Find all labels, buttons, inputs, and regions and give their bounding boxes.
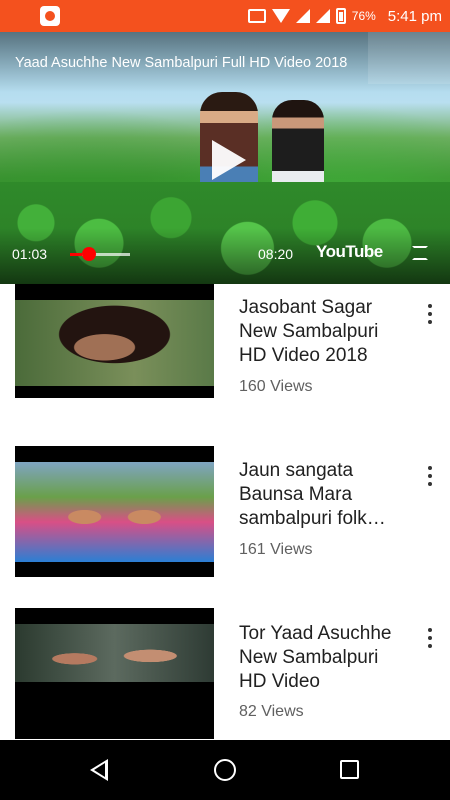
- view-count: 160 Views: [239, 378, 313, 395]
- battery-icon: [335, 8, 346, 24]
- video-thumbnail[interactable]: [15, 284, 214, 398]
- seek-bar-progress: [70, 253, 83, 256]
- status-bar: 76% 5:41 pm: [0, 0, 450, 32]
- view-count: 82 Views: [239, 703, 304, 720]
- home-icon[interactable]: [214, 759, 236, 781]
- seek-bar[interactable]: [70, 253, 130, 256]
- current-time: 01:03: [12, 246, 48, 262]
- view-count: 161 Views: [239, 541, 313, 558]
- related-videos-list[interactable]: Jasobant Sagar New Sambalpuri HD Video 2…: [0, 284, 450, 740]
- player-corner-overlay: [368, 32, 450, 84]
- wifi-icon: [271, 9, 290, 23]
- more-options-icon[interactable]: [424, 466, 436, 486]
- clock: 5:41 pm: [387, 7, 442, 25]
- more-options-icon[interactable]: [424, 628, 436, 648]
- app-notification-icon: [40, 6, 60, 26]
- list-item[interactable]: Jaun sangata Baunsa Mara sambalpuri folk…: [0, 446, 450, 596]
- battery-percent: 76%: [351, 9, 376, 23]
- video-title[interactable]: Tor Yaad Asuchhe New Sambalpuri HD Video: [239, 622, 409, 694]
- recent-apps-icon[interactable]: [340, 760, 359, 779]
- video-thumbnail[interactable]: [15, 446, 214, 577]
- player-title: Yaad Asuchhe New Sambalpuri Full HD Vide…: [15, 55, 348, 71]
- video-player[interactable]: Yaad Asuchhe New Sambalpuri Full HD Vide…: [0, 32, 450, 284]
- play-icon[interactable]: [212, 140, 246, 180]
- signal-icon: [295, 9, 310, 23]
- status-icons: 76% 5:41 pm: [247, 0, 442, 32]
- list-item[interactable]: Jasobant Sagar New Sambalpuri HD Video 2…: [0, 284, 450, 434]
- video-thumbnail[interactable]: [15, 608, 214, 739]
- more-options-icon[interactable]: [424, 304, 436, 324]
- cast-icon: [247, 9, 266, 23]
- duration: 08:20: [258, 246, 294, 262]
- video-title[interactable]: Jaun sangata Baunsa Mara sambalpuri folk…: [239, 459, 409, 531]
- list-item[interactable]: Tor Yaad Asuchhe New Sambalpuri HD Video…: [0, 608, 450, 740]
- signal-icon-2: [315, 9, 330, 23]
- video-title[interactable]: Jasobant Sagar New Sambalpuri HD Video 2…: [239, 296, 409, 368]
- youtube-logo[interactable]: YouTube: [316, 242, 383, 262]
- seek-thumb[interactable]: [82, 247, 96, 261]
- back-icon[interactable]: [90, 759, 108, 781]
- navigation-bar: [0, 740, 450, 800]
- fullscreen-icon[interactable]: [412, 246, 428, 260]
